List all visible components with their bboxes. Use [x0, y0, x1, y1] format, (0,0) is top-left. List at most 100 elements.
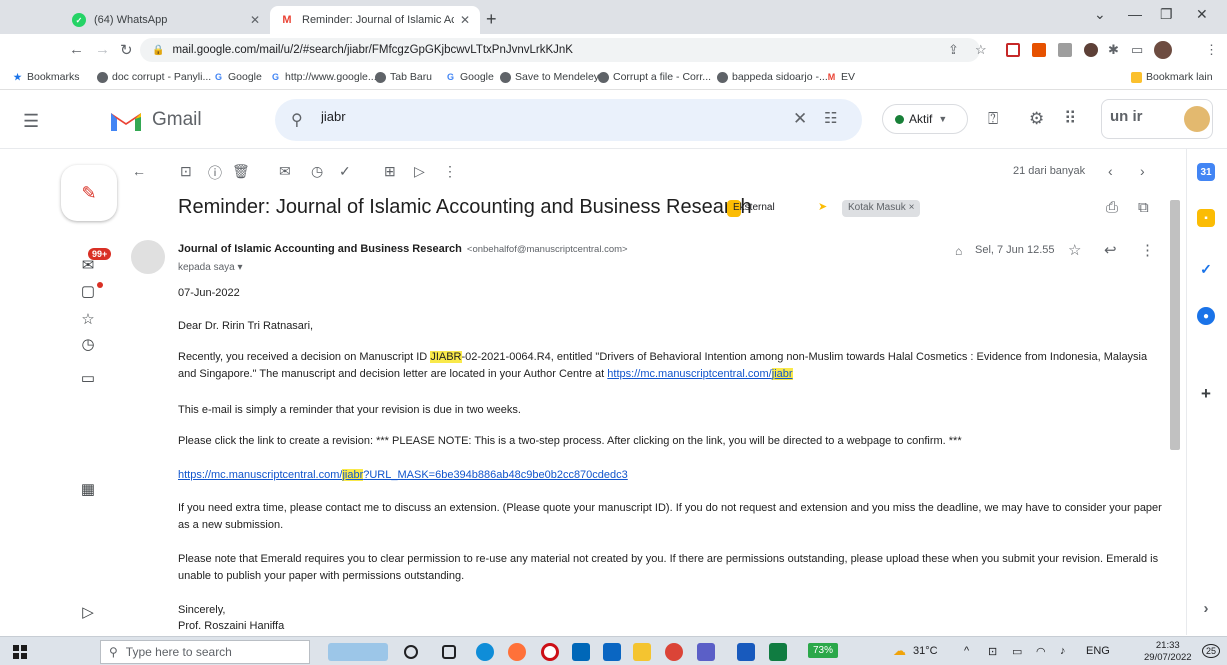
tab-gmail[interactable]: M Reminder: Journal of Islamic Acc ✕	[270, 6, 480, 34]
contacts-icon[interactable]: ●	[1197, 307, 1215, 325]
chrome-icon[interactable]	[665, 643, 683, 661]
battery-indicator[interactable]: 73%	[808, 643, 839, 658]
move-to-icon[interactable]: ⊞	[384, 163, 396, 180]
search-options-icon[interactable]: ☷	[824, 109, 837, 127]
importance-marker-icon[interactable]: ➤	[818, 200, 827, 213]
video-icon[interactable]: ▷	[76, 603, 100, 621]
spaces-icon[interactable]: ▭	[76, 369, 100, 387]
close-icon[interactable]: ✕	[250, 13, 260, 27]
tasks-icon[interactable]: ✓	[1197, 260, 1215, 278]
bookmark-item[interactable]: G Google	[213, 71, 262, 83]
delete-icon[interactable]: 🗑	[232, 163, 250, 180]
profile-avatar[interactable]	[1154, 41, 1172, 59]
opera-icon[interactable]	[541, 643, 559, 661]
back-icon[interactable]: ←	[69, 41, 84, 58]
mark-unread-icon[interactable]: ✉	[279, 163, 291, 180]
store-icon[interactable]	[572, 643, 590, 661]
bookmark-star-icon[interactable]: ☆	[975, 42, 987, 58]
account-switcher[interactable]: un ir	[1101, 99, 1213, 139]
tab-whatsapp[interactable]: ✓ (64) WhatsApp ✕	[62, 6, 270, 34]
author-centre-link[interactable]: https://mc.manuscriptcentral.com/jiabr	[607, 368, 793, 380]
close-icon[interactable]: ✕	[460, 13, 470, 27]
keep-icon[interactable]: ▪	[1197, 209, 1215, 227]
menu-icon[interactable]: ⋮	[1205, 42, 1218, 58]
expand-panel-icon[interactable]: ›	[1197, 599, 1215, 617]
bookmark-folder[interactable]: Bookmark lain	[1131, 71, 1213, 83]
bookmark-item[interactable]: M EV	[826, 71, 855, 83]
address-bar[interactable]: 🔒 mail.google.com/mail/u/2/#search/jiabr…	[140, 38, 980, 62]
wifi-icon[interactable]: ◠	[1036, 645, 1046, 658]
reply-icon[interactable]: ↩	[1104, 241, 1117, 259]
tray-expand-icon[interactable]: ^	[964, 645, 969, 657]
inbox-label[interactable]: Kotak Masuk ×	[842, 200, 921, 217]
meet-icon[interactable]: ▦	[76, 480, 100, 498]
bookmark-item[interactable]: Tab Baru	[375, 71, 432, 83]
mail-app-icon[interactable]	[603, 643, 621, 661]
weather-icon[interactable]: ☁	[893, 643, 906, 659]
volume-icon[interactable]: ♪	[1060, 645, 1066, 657]
more-icon[interactable]: ⋮	[443, 163, 457, 180]
windows-start-icon[interactable]	[13, 645, 27, 659]
older-icon[interactable]: ›	[1140, 163, 1145, 179]
report-spam-icon[interactable]: ⓘ	[208, 163, 222, 183]
excel-icon[interactable]	[769, 643, 787, 661]
word-icon[interactable]	[737, 643, 755, 661]
temperature[interactable]: 31°C	[913, 645, 938, 657]
archive-icon[interactable]: ⊡	[180, 163, 192, 180]
sender-avatar[interactable]	[131, 240, 165, 274]
compose-button[interactable]: ✎	[61, 165, 117, 221]
window-close-icon[interactable]: ✕	[1196, 6, 1208, 23]
forward-icon[interactable]: →	[95, 41, 110, 58]
scrollbar[interactable]	[1170, 200, 1180, 450]
language-indicator[interactable]: ENG	[1086, 645, 1110, 657]
task-view-icon[interactable]	[442, 645, 456, 659]
weather-widget-icon[interactable]	[328, 643, 388, 661]
back-to-results-icon[interactable]: ←	[132, 163, 146, 179]
file-explorer-icon[interactable]	[633, 643, 651, 661]
side-panel-icon[interactable]: ▭	[1131, 42, 1143, 58]
clock[interactable]: 21:33 29/07/2022	[1144, 640, 1192, 664]
apps-grid-icon[interactable]: ⠿	[1064, 109, 1076, 129]
taskbar-search[interactable]: ⚲ Type here to search	[100, 640, 310, 664]
status-dropdown[interactable]: Aktif ▼	[882, 104, 968, 134]
puzzle-icon[interactable]: ✱	[1108, 42, 1119, 58]
notification-count[interactable]: 25	[1202, 644, 1221, 658]
print-icon[interactable]: ⎙	[1106, 199, 1118, 216]
minimize-icon[interactable]: —	[1128, 6, 1142, 22]
cortana-icon[interactable]	[404, 645, 418, 659]
recipient-dropdown[interactable]: kepada saya ▾	[178, 262, 243, 273]
display-icon[interactable]: ▭	[1012, 645, 1022, 658]
starred-icon[interactable]: ☆	[76, 310, 100, 328]
revision-link[interactable]: https://mc.manuscriptcentral.com/jiabr?U…	[178, 469, 628, 481]
main-menu-icon[interactable]: ☰	[23, 111, 39, 132]
bookmark-item[interactable]: ★ Bookmarks	[12, 71, 79, 83]
add-task-icon[interactable]: ✓	[339, 163, 351, 180]
help-icon[interactable]: ⍰	[988, 109, 998, 129]
extension-icon[interactable]	[1058, 43, 1072, 57]
share-icon[interactable]: ⇪	[948, 42, 959, 58]
add-addon-icon[interactable]: +	[1197, 384, 1215, 403]
snooze-icon[interactable]: ◷	[311, 163, 323, 180]
extension-icon[interactable]	[1032, 43, 1046, 57]
more-icon[interactable]: ⋮	[1140, 241, 1155, 259]
reload-icon[interactable]: ↻	[120, 41, 133, 59]
settings-icon[interactable]: ⚙	[1029, 109, 1044, 129]
edge-icon[interactable]	[476, 643, 494, 661]
firefox-icon[interactable]	[508, 643, 526, 661]
newer-icon[interactable]: ‹	[1108, 163, 1113, 179]
teams-icon[interactable]	[697, 643, 715, 661]
extension-icon[interactable]	[1006, 43, 1020, 57]
restore-icon[interactable]: ❐	[1160, 6, 1173, 23]
new-tab-icon[interactable]: +	[486, 9, 497, 30]
snoozed-icon[interactable]: ◷	[76, 335, 100, 353]
new-window-icon[interactable]: ⧉	[1138, 199, 1149, 216]
extension-icon[interactable]	[1084, 43, 1098, 57]
label-icon[interactable]: ▷	[414, 163, 425, 180]
search-icon[interactable]: ⚲	[291, 110, 303, 130]
bookmark-item[interactable]: bappeda sidoarjo -...	[717, 71, 828, 83]
sender[interactable]: Journal of Islamic Accounting and Busine…	[178, 243, 628, 255]
bookmark-item[interactable]: G Google	[445, 71, 494, 83]
network-icon[interactable]: ⊡	[988, 645, 997, 658]
bookmark-item[interactable]: Corrupt a file - Corr...	[598, 71, 711, 83]
bookmark-item[interactable]: Ghttp://www.google....	[270, 71, 380, 83]
